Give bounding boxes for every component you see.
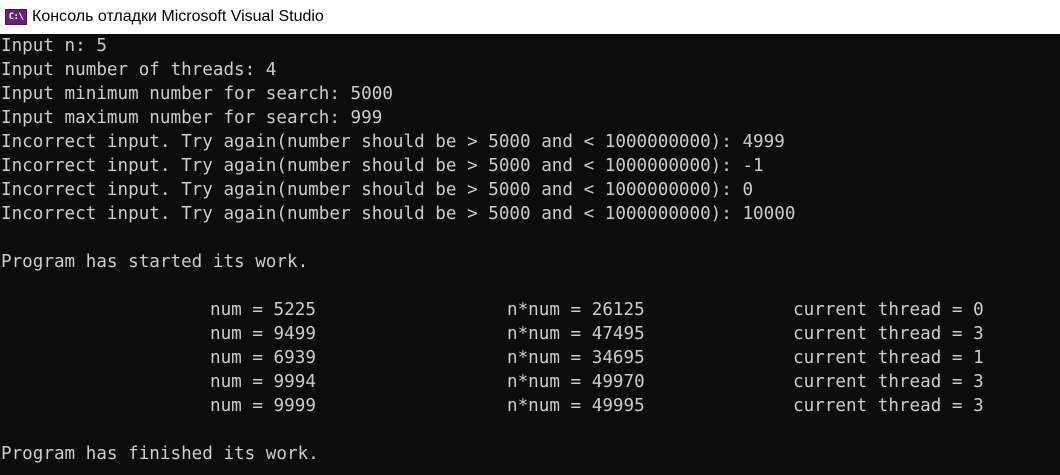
started-message: Program has started its work. xyxy=(1,252,309,272)
console-line: Incorrect input. Try again(number should… xyxy=(1,132,785,152)
result-row: num = 9994 n*num = 49970 current thread … xyxy=(1,370,1060,394)
console-glyph: C:\ xyxy=(8,11,24,22)
result-n-times-num: n*num = 26125 xyxy=(507,300,645,320)
console-line: Incorrect input. Try again(number should… xyxy=(1,156,764,176)
result-num: num = 9999 xyxy=(210,396,316,416)
result-thread: current thread = 3 xyxy=(793,324,984,344)
console-line: Incorrect input. Try again(number should… xyxy=(1,180,754,200)
console-line: Input maximum number for search: 999 xyxy=(1,108,383,128)
result-n-times-num: n*num = 49995 xyxy=(507,396,645,416)
result-num: num = 6939 xyxy=(210,348,316,368)
console-line: Input minimum number for search: 5000 xyxy=(1,84,393,104)
window-title: Консоль отладки Microsoft Visual Studio xyxy=(32,8,324,25)
console-output[interactable]: Input n: 5 Input number of threads: 4 In… xyxy=(0,34,1060,475)
result-n-times-num: n*num = 47495 xyxy=(507,324,645,344)
visual-studio-console-icon: C:\ xyxy=(5,9,27,25)
result-thread: current thread = 3 xyxy=(793,396,984,416)
result-num: num = 9499 xyxy=(210,324,316,344)
result-row: num = 6939 n*num = 34695 current thread … xyxy=(1,346,1060,370)
console-line: Input n: 5 xyxy=(1,36,107,56)
result-num: num = 5225 xyxy=(210,300,316,320)
result-n-times-num: n*num = 34695 xyxy=(507,348,645,368)
console-line: Incorrect input. Try again(number should… xyxy=(1,204,796,224)
result-num: num = 9994 xyxy=(210,372,316,392)
result-thread: current thread = 1 xyxy=(793,348,984,368)
result-n-times-num: n*num = 49970 xyxy=(507,372,645,392)
result-row: num = 9499 n*num = 47495 current thread … xyxy=(1,322,1060,346)
result-thread: current thread = 0 xyxy=(793,300,984,320)
console-window: C:\ Консоль отладки Microsoft Visual Stu… xyxy=(0,0,1060,475)
result-row: num = 5225 n*num = 26125 current thread … xyxy=(1,298,1060,322)
result-row: num = 9999 n*num = 49995 current thread … xyxy=(1,394,1060,418)
title-bar[interactable]: C:\ Консоль отладки Microsoft Visual Stu… xyxy=(0,0,1060,34)
result-thread: current thread = 3 xyxy=(793,372,984,392)
finished-message: Program has finished its work. xyxy=(1,444,319,464)
console-line: Input number of threads: 4 xyxy=(1,60,277,80)
